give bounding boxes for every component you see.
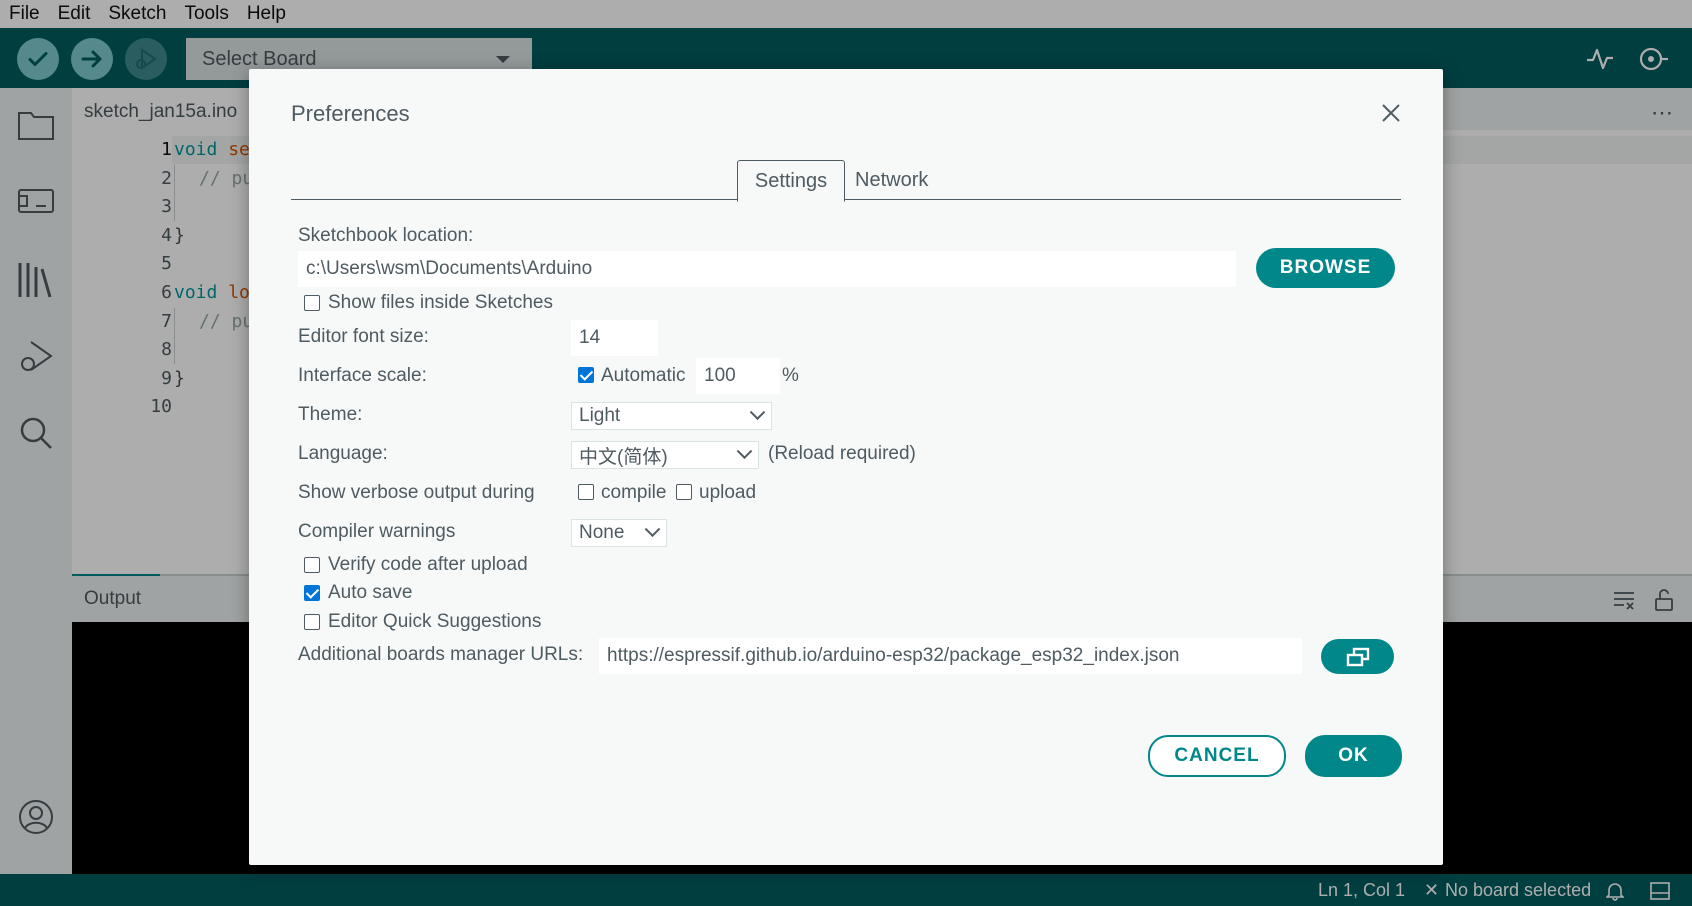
theme-select[interactable]: Light	[571, 402, 772, 430]
show-files-label: Show files inside Sketches	[328, 292, 553, 313]
scale-automatic-label: Automatic	[601, 365, 686, 386]
auto-save-label: Auto save	[328, 582, 413, 603]
sketchbook-location-input[interactable]	[298, 251, 1236, 287]
compiler-warnings-value: None	[579, 522, 625, 543]
verbose-label: Show verbose output during	[298, 482, 535, 503]
sketchbook-label: Sketchbook location:	[298, 225, 474, 246]
quick-suggestions-checkbox[interactable]	[304, 614, 320, 630]
verify-code-label: Verify code after upload	[328, 554, 528, 575]
auto-save-checkbox[interactable]	[304, 585, 320, 601]
language-note: (Reload required)	[768, 443, 916, 464]
tab-settings[interactable]: Settings	[737, 160, 845, 202]
compiler-warnings-select[interactable]: None	[571, 519, 667, 547]
language-select[interactable]: 中文(简体)	[571, 441, 759, 469]
close-icon[interactable]	[1379, 101, 1403, 125]
browse-button[interactable]: BROWSE	[1256, 248, 1395, 288]
show-files-checkbox[interactable]	[304, 295, 320, 311]
open-window-icon	[1346, 647, 1369, 667]
verbose-compile-label: compile	[601, 482, 667, 503]
scale-label: Interface scale:	[298, 365, 427, 386]
theme-select-value: Light	[579, 405, 621, 426]
compiler-warnings-label: Compiler warnings	[298, 521, 456, 542]
edit-urls-button[interactable]	[1321, 639, 1394, 674]
verbose-upload-checkbox[interactable]	[676, 484, 692, 500]
cancel-button[interactable]: CANCEL	[1148, 735, 1286, 777]
font-size-input[interactable]	[571, 320, 658, 356]
quick-suggestions-label: Editor Quick Suggestions	[328, 611, 542, 632]
language-label: Language:	[298, 443, 388, 464]
boards-url-label: Additional boards manager URLs:	[298, 644, 584, 665]
ok-button[interactable]: OK	[1305, 735, 1402, 777]
scale-unit: %	[782, 365, 799, 386]
scale-automatic-checkbox[interactable]	[578, 367, 594, 383]
font-size-label: Editor font size:	[298, 326, 429, 347]
chevron-down-icon	[749, 403, 766, 420]
verbose-compile-checkbox[interactable]	[578, 484, 594, 500]
language-select-value: 中文(简体)	[579, 446, 668, 468]
chevron-down-icon	[644, 520, 661, 537]
theme-label: Theme:	[298, 404, 363, 425]
verbose-upload-label: upload	[699, 482, 757, 503]
boards-url-input[interactable]	[599, 638, 1302, 674]
chevron-down-icon	[736, 442, 753, 459]
dialog-title: Preferences	[291, 101, 410, 126]
preferences-dialog: Preferences Settings Network Sketchbook …	[249, 69, 1443, 865]
verify-code-checkbox[interactable]	[304, 557, 320, 573]
scale-input[interactable]	[696, 358, 780, 394]
tab-network[interactable]: Network	[855, 160, 928, 200]
tabs-divider	[291, 199, 1401, 200]
